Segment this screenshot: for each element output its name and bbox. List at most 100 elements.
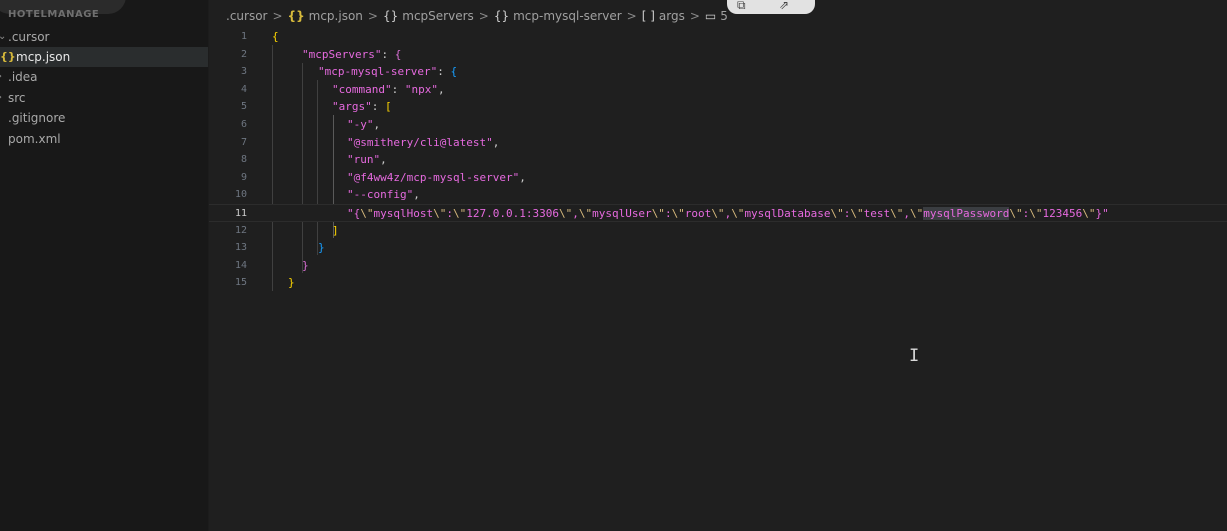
code-token: 127.0.0.1:3306 xyxy=(466,207,559,220)
code-token: }" xyxy=(1095,207,1109,220)
code-token: \" xyxy=(890,207,904,220)
tree-item-cursor-folder[interactable]: ⌄ .cursor xyxy=(0,27,208,47)
breadcrumb-item-mcpservers[interactable]: mcpServers xyxy=(402,6,474,26)
tree-item-gitignore[interactable]: .gitignore xyxy=(0,108,208,128)
breadcrumb-item-mcp-json[interactable]: mcp.json xyxy=(309,6,363,26)
code-line[interactable]: 5 "args": [ xyxy=(209,98,1227,116)
breadcrumb-item-cursor[interactable]: .cursor xyxy=(226,6,267,26)
code-line[interactable]: 4 "command": "npx", xyxy=(209,81,1227,99)
code-token: , xyxy=(380,153,387,167)
tree-item-label: pom.xml xyxy=(8,132,61,146)
code-token: : xyxy=(371,100,385,114)
code-token: \" xyxy=(731,207,745,220)
layout-icon[interactable]: ⧉ xyxy=(737,0,746,13)
code-token: \" xyxy=(1082,207,1096,220)
tree-item-label: mcp.json xyxy=(16,50,71,64)
code-line[interactable]: 14} xyxy=(209,257,1227,275)
tree-item-label: .idea xyxy=(8,70,38,84)
tree-item-idea-folder[interactable]: › .idea xyxy=(0,67,208,87)
code-token: "--config" xyxy=(347,188,414,202)
code-text: "args": [ xyxy=(332,98,392,116)
tree-item-src-folder[interactable]: › src xyxy=(0,88,208,108)
code-token: \" xyxy=(651,207,665,220)
code-text: "{\"mysqlHost\":\"127.0.0.1:3306\",\"mys… xyxy=(347,205,1109,223)
code-token: 123456 xyxy=(1042,207,1083,220)
line-number: 2 xyxy=(240,48,247,60)
code-token: \" xyxy=(671,207,685,220)
line-number: 5 xyxy=(240,101,247,113)
code-line[interactable]: 1{ xyxy=(209,28,1227,46)
code-token: \" xyxy=(452,207,467,220)
breadcrumb: .cursor >{} mcp.json >{} mcpServers >{} mcp-my… xyxy=(226,6,728,26)
code-token: : xyxy=(664,207,672,220)
tree-item-pom-xml[interactable]: pom.xml xyxy=(0,129,208,149)
code-line[interactable]: 2 "mcpServers": { xyxy=(209,46,1227,64)
project-title[interactable]: HOTELMANAGE xyxy=(8,9,99,20)
code-line[interactable]: 15} xyxy=(209,274,1227,292)
code-text: "mcp-mysql-server": { xyxy=(318,63,457,81)
string-icon: ▭ xyxy=(704,9,717,23)
code-token: } xyxy=(302,258,309,272)
line-number: 13 xyxy=(234,242,247,254)
code-line[interactable]: 13} xyxy=(209,239,1227,257)
braces-icon: {} xyxy=(493,9,510,23)
line-number: 10 xyxy=(234,189,247,201)
explorer-sidebar: HOTELMANAGE ⌄ .cursor {} mcp.json › .ide… xyxy=(0,0,209,531)
code-token: \" xyxy=(1029,207,1043,220)
code-token: : xyxy=(391,82,405,96)
code-line[interactable]: 6 "-y", xyxy=(209,116,1227,134)
floating-toolbar[interactable]: ⧉ ⇗ xyxy=(727,0,815,14)
code-editor[interactable]: 1{2 "mcpServers": {3 "mcp-mysql-server": {… xyxy=(209,28,1227,531)
breadcrumb-item-args[interactable]: args xyxy=(659,6,685,26)
code-token: "{ xyxy=(347,207,361,220)
line-number: 1 xyxy=(240,31,247,42)
array-icon: [ ] xyxy=(641,9,655,23)
chevron-down-icon: ⌄ xyxy=(0,31,7,42)
line-number: 8 xyxy=(240,154,247,166)
code-token: \" xyxy=(578,207,593,220)
code-token: \" xyxy=(830,207,844,220)
code-token: { xyxy=(394,47,402,61)
code-text: { xyxy=(272,28,279,46)
code-token: "-y" xyxy=(347,118,374,131)
chevron-right-icon: > xyxy=(689,9,700,23)
code-token: , xyxy=(572,207,579,220)
line-number: 15 xyxy=(234,277,247,289)
breadcrumb-item-index[interactable]: 5 xyxy=(720,6,728,26)
code-token: : xyxy=(446,207,453,220)
code-text: "mcpServers": { xyxy=(302,46,401,64)
code-line[interactable]: 12] xyxy=(209,222,1227,240)
code-token: { xyxy=(450,65,458,79)
code-token: ] xyxy=(332,223,339,237)
code-line[interactable]: 7 "@smithery/cli@latest", xyxy=(209,134,1227,152)
code-token: , xyxy=(519,170,526,184)
code-line[interactable]: 8 "run", xyxy=(209,151,1227,169)
code-text: "@f4ww4z/mcp-mysql-server", xyxy=(347,169,526,187)
code-token: mysqlPassword xyxy=(923,207,1010,220)
code-text: } xyxy=(302,257,309,275)
code-line[interactable]: 10 "--config", xyxy=(209,186,1227,204)
chevron-right-icon: > xyxy=(626,9,637,23)
json-icon: {} xyxy=(0,50,16,63)
line-number: 14 xyxy=(234,259,247,271)
code-token: , xyxy=(413,188,420,202)
code-token: "args" xyxy=(332,100,372,114)
code-line[interactable]: 11 "{\"mysqlHost\":\"127.0.0.1:3306\",\"m… xyxy=(209,204,1227,222)
breadcrumb-item-mcp-mysql-server[interactable]: mcp-mysql-server xyxy=(513,6,622,26)
code-token: , xyxy=(373,118,381,131)
code-token: \" xyxy=(558,207,573,220)
line-number: 3 xyxy=(240,66,247,78)
code-token: "run" xyxy=(347,153,381,167)
text-cursor-icon: I xyxy=(909,346,920,366)
share-icon[interactable]: ⇗ xyxy=(779,0,789,12)
code-token: \" xyxy=(850,207,864,220)
code-line[interactable]: 3 "mcp-mysql-server": { xyxy=(209,63,1227,81)
code-token: root xyxy=(684,207,712,220)
code-line[interactable]: 9 "@f4ww4z/mcp-mysql-server", xyxy=(209,169,1227,187)
code-token: \" xyxy=(433,207,447,220)
code-token: } xyxy=(318,241,325,255)
line-number: 4 xyxy=(240,83,247,95)
tree-item-label: src xyxy=(8,91,26,105)
code-token: \" xyxy=(360,207,374,220)
tree-item-mcp-json[interactable]: {} mcp.json xyxy=(0,47,208,67)
